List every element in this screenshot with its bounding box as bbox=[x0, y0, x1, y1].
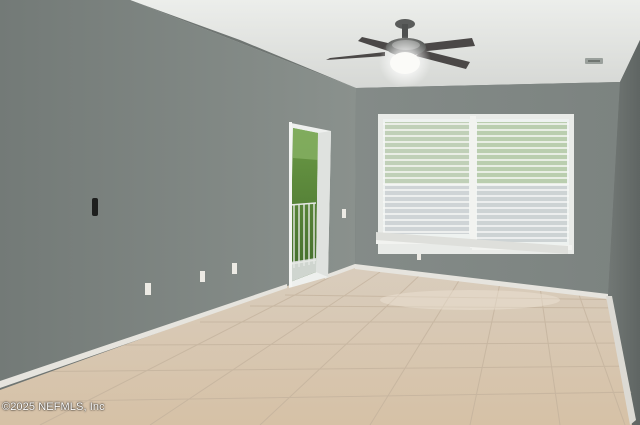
outlet bbox=[342, 209, 346, 218]
room-photo: ©2025 NEFMLS, Inc bbox=[0, 0, 640, 425]
outlet bbox=[145, 283, 151, 295]
wall-thermostat bbox=[92, 198, 98, 216]
balcony-door[interactable] bbox=[289, 122, 331, 288]
room-illustration bbox=[0, 0, 640, 425]
outlet bbox=[232, 263, 237, 274]
fan-light bbox=[390, 52, 420, 74]
window bbox=[376, 114, 574, 254]
copyright-watermark: ©2025 NEFMLS, Inc bbox=[2, 401, 105, 413]
outlet bbox=[200, 271, 205, 282]
